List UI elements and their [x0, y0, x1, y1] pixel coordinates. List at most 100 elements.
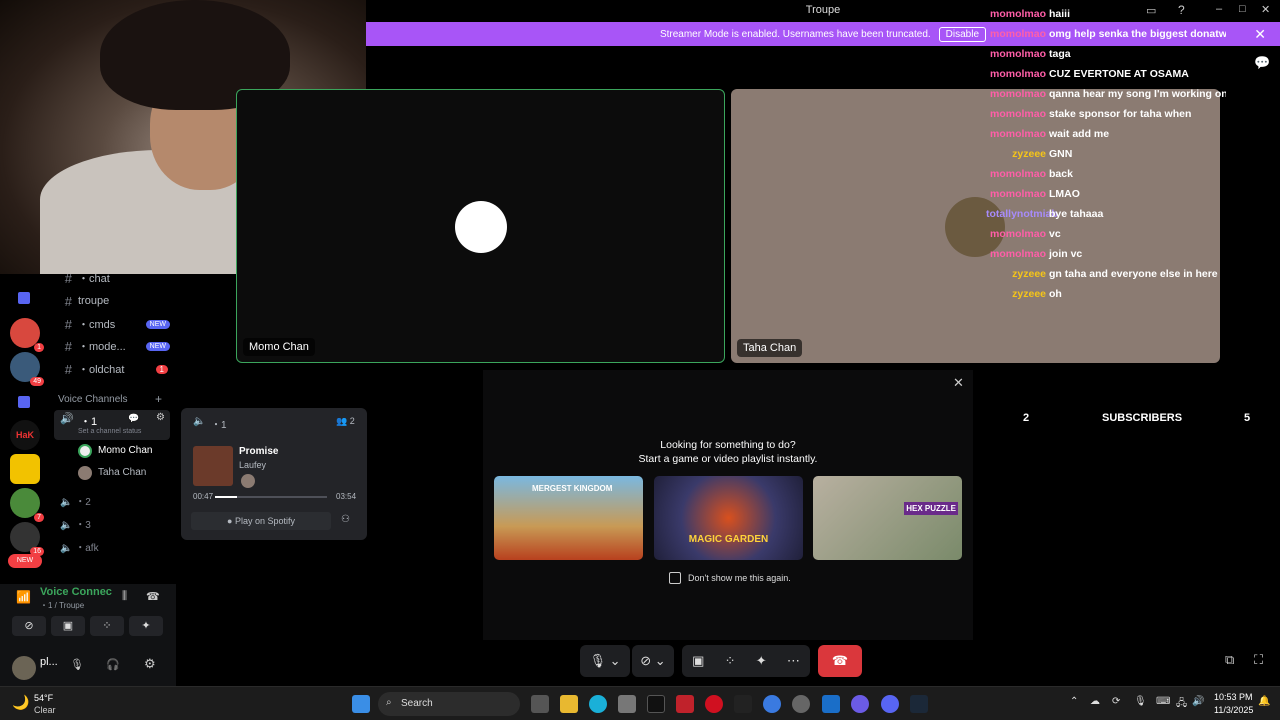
- more-icon[interactable]: ⋯: [787, 653, 800, 669]
- chat-username: zyzeee: [1012, 148, 1046, 160]
- chat-username: momolmao: [989, 228, 1046, 240]
- fullscreen-icon[interactable]: ⛶: [1254, 652, 1263, 668]
- server-icon[interactable]: 16: [10, 522, 44, 556]
- voice-channel-item[interactable]: 🔈 ・afk: [60, 539, 99, 554]
- chat-text: back: [1049, 168, 1073, 180]
- server-icon[interactable]: 7: [10, 488, 44, 522]
- xbox-icon[interactable]: [734, 695, 752, 713]
- tray-icon[interactable]: ☁: [1090, 696, 1100, 707]
- tray-chevron-icon[interactable]: ⌃: [1070, 696, 1078, 707]
- chat-icon[interactable]: 💬: [128, 413, 139, 424]
- gear-icon[interactable]: ⚙: [144, 656, 156, 672]
- app-icon[interactable]: [589, 695, 607, 713]
- hash-icon: #: [64, 361, 72, 377]
- keyboard-icon[interactable]: ⌨: [1156, 696, 1170, 707]
- username[interactable]: pl...: [40, 656, 58, 668]
- outlook-icon[interactable]: [822, 695, 840, 713]
- game-card-mergest[interactable]: MERGEST KINGDOM: [494, 476, 643, 560]
- notification-icon[interactable]: 🔔: [1258, 696, 1270, 707]
- voice-channel-active[interactable]: 🔊 ・1 💬 ⚙ Set a channel status: [54, 410, 170, 440]
- microphone-icon[interactable]: 🎙: [1134, 696, 1147, 707]
- signal-icon[interactable]: 📶: [16, 590, 31, 604]
- chat-icon[interactable]: 💬: [1254, 55, 1270, 71]
- song-title[interactable]: Promise: [239, 446, 278, 457]
- game-card-hex-puzzle[interactable]: HEX PUZZLE: [813, 476, 962, 560]
- volume-icon[interactable]: 🔊: [1192, 696, 1204, 707]
- gear-icon[interactable]: ⚙: [156, 412, 165, 423]
- game-card-magic-garden[interactable]: MAGIC GARDEN: [654, 476, 803, 560]
- disable-button[interactable]: Disable: [938, 26, 987, 42]
- member-name[interactable]: Momo Chan: [98, 445, 152, 456]
- close-icon[interactable]: ✕: [1254, 26, 1266, 43]
- maximize-button[interactable]: □: [1239, 3, 1246, 15]
- spotify-icon: ●: [227, 516, 233, 526]
- screenshare-button[interactable]: ▣: [51, 616, 85, 636]
- headphones-icon[interactable]: 🎧: [106, 658, 120, 671]
- app-icon[interactable]: [647, 695, 665, 713]
- chat-message: momolmao wait add me: [986, 124, 1226, 144]
- add-channel-icon[interactable]: +: [155, 392, 162, 406]
- channel-item[interactable]: # ・cmds NEW: [50, 314, 176, 334]
- search-icon: ⌕: [386, 697, 392, 708]
- windows-start-icon[interactable]: [352, 695, 370, 713]
- microphone-icon[interactable]: 🎙: [70, 658, 84, 671]
- close-icon[interactable]: ✕: [953, 375, 964, 391]
- voice-channel-item[interactable]: 🔈 ・2: [60, 493, 91, 508]
- avatar[interactable]: [78, 444, 92, 458]
- disconnect-icon[interactable]: ☎: [146, 590, 160, 603]
- soundboard-icon[interactable]: ⫼: [122, 590, 127, 603]
- server-icon[interactable]: [10, 454, 40, 484]
- hang-up-button[interactable]: ☎: [818, 645, 862, 677]
- camera-button[interactable]: ⊘ ⌄: [632, 645, 674, 677]
- app-icon[interactable]: [792, 695, 810, 713]
- member-name[interactable]: Taha Chan: [98, 467, 146, 478]
- channel-item[interactable]: # ・mode... NEW: [50, 336, 176, 356]
- screenshare-icon[interactable]: ▣: [692, 653, 704, 669]
- play-on-spotify-button[interactable]: ● Play on Spotify: [191, 512, 331, 530]
- opera-icon[interactable]: [705, 695, 723, 713]
- app-icon[interactable]: [851, 695, 869, 713]
- folder-icon[interactable]: [18, 396, 30, 408]
- voice-channel-item[interactable]: 🔈 ・3: [60, 516, 91, 531]
- chat-text: bye tahaaa: [1049, 208, 1104, 220]
- weather-icon[interactable]: 🌙: [12, 694, 29, 711]
- popout-icon[interactable]: ⧉: [1225, 652, 1234, 668]
- soundboard-icon[interactable]: ✦: [756, 653, 767, 669]
- avatar[interactable]: [78, 466, 92, 480]
- network-icon[interactable]: 🖧: [1176, 696, 1187, 713]
- file-explorer-icon[interactable]: [560, 695, 578, 713]
- task-view-icon[interactable]: [531, 695, 549, 713]
- avatar[interactable]: [12, 656, 36, 680]
- channel-item[interactable]: # ・chat: [50, 268, 176, 288]
- soundboard-button[interactable]: ✦: [129, 616, 163, 636]
- close-window-button[interactable]: ✕: [1261, 3, 1270, 16]
- steam-icon[interactable]: [910, 695, 928, 713]
- voice-status[interactable]: Voice Connected: [40, 586, 112, 598]
- folder-icon[interactable]: [18, 292, 30, 304]
- activities-button[interactable]: ⁘: [90, 616, 124, 636]
- app-icon[interactable]: [676, 695, 694, 713]
- voice-location[interactable]: ・1 / Troupe: [40, 600, 84, 611]
- server-icon[interactable]: 49: [10, 352, 44, 386]
- new-badge: NEW: [145, 341, 170, 351]
- server-icon[interactable]: 1: [10, 318, 44, 352]
- chat-message: momolmao CUZ EVERTONE AT OSAMA: [986, 64, 1226, 84]
- camera-off-button[interactable]: ⊘: [12, 616, 46, 636]
- microphone-button[interactable]: 🎙 ⌄: [580, 645, 630, 677]
- channel-item[interactable]: # ・oldchat 1: [50, 359, 176, 379]
- activities-icon[interactable]: ⁘: [725, 653, 736, 669]
- progress-bar[interactable]: [215, 496, 327, 498]
- voice-channels-header[interactable]: Voice Channels: [58, 394, 128, 405]
- person-icon[interactable]: ⚇: [341, 514, 350, 525]
- server-icon[interactable]: HaK: [10, 420, 40, 450]
- discord-icon[interactable]: [881, 695, 899, 713]
- search-box[interactable]: ⌕ Search: [378, 692, 520, 716]
- chrome-icon[interactable]: [763, 695, 781, 713]
- speaker-icon: 🔊: [60, 413, 74, 425]
- artist-name[interactable]: Laufey: [239, 460, 266, 470]
- dont-show-checkbox[interactable]: [669, 572, 681, 584]
- tray-icon[interactable]: ⟳: [1112, 696, 1120, 707]
- channel-item[interactable]: # troupe: [50, 291, 176, 311]
- store-icon[interactable]: [618, 695, 636, 713]
- video-tile-momo[interactable]: Momo Chan: [236, 89, 725, 363]
